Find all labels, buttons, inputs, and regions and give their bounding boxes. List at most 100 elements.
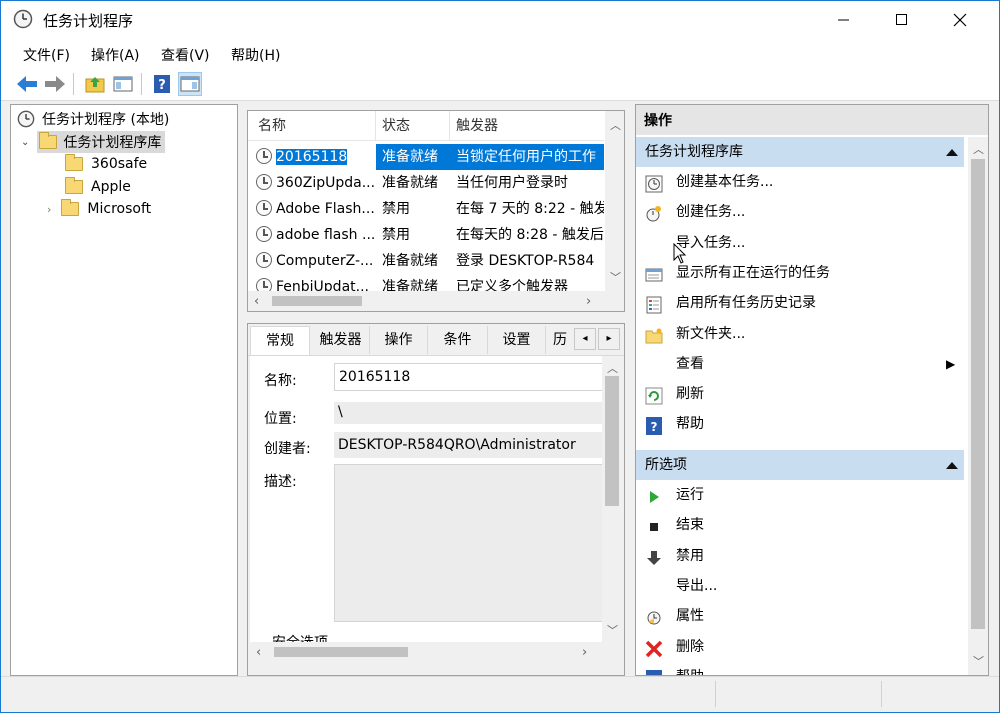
up-folder-icon [85,77,105,93]
scroll-left-icon[interactable]: ‹ [256,645,261,660]
description-field[interactable] [334,464,604,622]
column-header-status[interactable]: 状态 [376,111,450,141]
task-scheduler-icon [17,110,35,128]
show-action-pane-button[interactable] [178,72,202,96]
action-label: 新文件夹... [676,325,746,342]
scroll-right-icon[interactable]: › [586,294,591,309]
action-section2-6[interactable]: ? 帮助 [636,662,964,675]
action-section1-1[interactable]: 创建任务... [636,197,964,227]
tree-folder-apple[interactable]: Apple [65,176,131,198]
tab-actions[interactable]: 操作 [370,326,428,354]
forward-button[interactable] [43,72,67,96]
help-icon: ? [645,416,663,436]
hscroll-thumb[interactable] [272,296,362,306]
task-row[interactable]: Adobe Flash... 禁用 在每 7 天的 8:22 - 触发 [248,196,604,222]
maximize-button[interactable] [879,1,925,39]
action-section1-7[interactable]: 刷新 [636,379,964,409]
help-toolbar-button[interactable]: ? [150,72,174,96]
scroll-right-icon[interactable]: › [582,645,587,660]
action-section2-4[interactable]: 属性 [636,601,964,631]
tree-root-node[interactable]: 任务计划程序 (本地) [17,108,169,130]
action-section1-0[interactable]: 创建基本任务... [636,167,964,197]
scroll-down-icon[interactable]: ﹀ [607,622,618,638]
folder-icon [645,326,663,344]
action-section2-3[interactable]: 导出... [636,571,964,601]
actions-vscrollbar[interactable]: ︿ ﹀ [968,137,988,675]
tree-library-node[interactable]: ⌄ 任务计划程序库 [21,131,166,153]
menu-action[interactable]: 操作(A) [91,45,140,65]
close-button[interactable] [937,1,983,39]
section-header-selected[interactable]: 所选项 [636,450,964,480]
task-name-cell: adobe flash ... [256,222,376,248]
name-field[interactable]: 20165118 [334,363,604,391]
action-section2-2[interactable]: 禁用 [636,541,964,571]
action-section2-1[interactable]: 结束 [636,510,964,540]
collapse-icon[interactable] [946,462,958,469]
vscroll-thumb[interactable] [971,159,985,629]
running-tasks-icon [645,265,663,283]
task-row[interactable]: 20165118 准备就绪 当锁定任何用户的工作 [248,144,604,170]
tab-conditions[interactable]: 条件 [428,326,488,354]
task-row[interactable]: 360ZipUpda... 准备就绪 当任何用户登录时 [248,170,604,196]
action-label: 运行 [676,487,704,503]
back-button[interactable] [15,72,39,96]
task-name-cell: Adobe Flash... [256,196,376,222]
action-label: 创建任务... [676,204,746,221]
scroll-left-icon[interactable]: ‹ [254,294,259,309]
action-section1-4[interactable]: 启用所有任务历史记录 [636,288,964,318]
column-header-name[interactable]: 名称 [252,111,376,141]
action-section1-6[interactable]: 查看 ▶ [636,349,964,379]
tab-scroll-right-button[interactable]: ▸ [598,328,620,350]
tab-general[interactable]: 常规 [250,326,310,355]
create-basic-task-icon [645,174,663,193]
task-list-header: 名称 状态 触发器 [248,111,604,141]
status-divider [715,681,716,707]
chevron-right-icon[interactable]: › [47,203,51,216]
scroll-up-icon[interactable]: ︿ [607,360,618,376]
minimize-icon [838,19,849,21]
action-section2-0[interactable]: 运行 [636,480,964,510]
menu-file[interactable]: 文件(F) [23,45,70,65]
tree-folder-360safe[interactable]: 360safe [65,153,147,175]
minimize-button[interactable] [821,1,867,39]
menu-help[interactable]: 帮助(H) [231,45,280,65]
up-folder-button[interactable] [83,72,107,96]
task-list-vscrollbar[interactable]: ︿ ﹀ [605,111,624,291]
task-scheduler-icon [13,9,33,29]
folder-icon [65,177,83,194]
chevron-down-icon[interactable]: ⌄ [21,137,29,148]
task-row[interactable]: adobe flash ... 禁用 在每天的 8:28 - 触发后 [248,222,604,248]
action-section1-8[interactable]: ? 帮助 [636,409,964,439]
task-list-pane: 名称 状态 触发器 20165118 准备就绪 当锁定任何用户的工作 360ZipUp… [247,110,625,312]
detail-hscrollbar[interactable]: ‹ › [250,642,602,662]
task-list-hscrollbar[interactable]: ‹ › [248,291,624,311]
vscroll-thumb[interactable] [605,376,619,506]
collapse-icon[interactable] [946,149,958,156]
detail-vscrollbar[interactable]: ︿ ﹀ [602,356,622,642]
tree-folder-label: 360safe [91,156,148,172]
tab-history[interactable]: 历 [546,326,574,354]
toolbar-separator [73,73,74,95]
section-header-library[interactable]: 任务计划程序库 [636,137,964,167]
scroll-down-icon[interactable]: ﹀ [610,269,621,285]
menu-view[interactable]: 查看(V) [161,45,210,65]
section-title: 所选项 [645,457,687,473]
scroll-up-icon[interactable]: ︿ [610,117,621,133]
scroll-up-icon[interactable]: ︿ [973,141,984,157]
submenu-arrow-icon: ▶ [946,356,956,371]
tab-triggers[interactable]: 触发器 [312,326,370,354]
task-name-cell: 360ZipUpda... [256,170,376,196]
close-icon [953,13,967,27]
tab-settings[interactable]: 设置 [488,326,546,354]
tree-folder-microsoft[interactable]: › Microsoft [47,198,151,220]
scroll-down-icon[interactable]: ﹀ [973,653,984,669]
column-header-trigger[interactable]: 触发器 [450,111,604,141]
show-hide-tree-button[interactable] [111,72,135,96]
task-status: 准备就绪 [382,175,438,191]
action-section2-5[interactable]: 删除 [636,632,964,662]
tab-scroll-left-button[interactable]: ◂ [574,328,596,350]
task-row[interactable]: ComputerZ-... 准备就绪 登录 DESKTOP-R584 [248,248,604,274]
hscroll-thumb[interactable] [274,647,408,657]
title-bar: 任务计划程序 [1,1,999,39]
action-section1-5[interactable]: 新文件夹... [636,319,964,349]
